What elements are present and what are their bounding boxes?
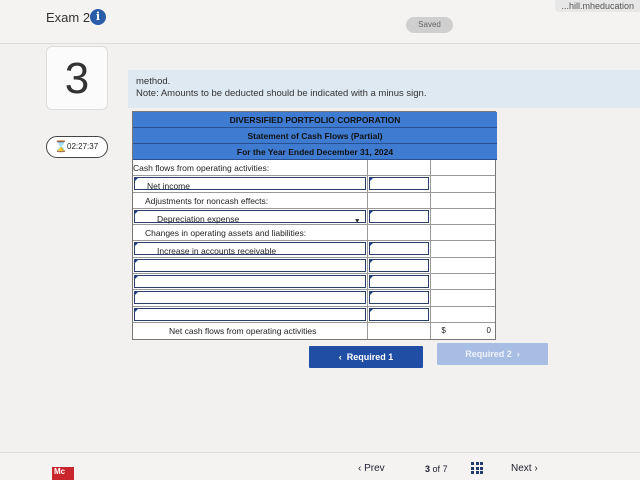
blank-amount-input[interactable] — [368, 291, 430, 305]
exam-title: Exam 2 — [46, 10, 91, 25]
next-label: Next — [511, 463, 532, 474]
question-number: 3 — [46, 46, 108, 110]
next-button[interactable]: Next › — [511, 463, 538, 474]
chevron-left-icon: ‹ — [338, 352, 342, 362]
bottom-bar: Mc ‹ Prev 3 of 7 Next › — [0, 452, 640, 480]
receivable-amount-input[interactable] — [368, 242, 430, 256]
depreciation-label: Depreciation expense — [157, 213, 240, 224]
statement-period: For the Year Ended December 31, 2024 — [133, 144, 497, 160]
net-income-label[interactable]: Net income — [134, 177, 366, 191]
required-2-button[interactable]: Required 2 › — [437, 343, 548, 365]
mcgraw-hill-logo: Mc — [52, 467, 74, 480]
table-row — [133, 274, 495, 291]
chevron-left-icon: ‹ — [358, 463, 362, 474]
required-1-button[interactable]: ‹ Required 1 — [309, 346, 423, 368]
instruction-note: Note: Amounts to be deducted should be i… — [136, 88, 427, 99]
blank-label-input[interactable] — [134, 275, 366, 289]
required-1-label: Required 1 — [346, 352, 394, 362]
table-row: Depreciation expense ▼ — [133, 208, 495, 226]
timer-value: 02:27:37 — [67, 142, 99, 151]
blank-label-input[interactable] — [134, 307, 366, 321]
grid-icon[interactable] — [471, 462, 485, 474]
chevron-right-icon: › — [516, 349, 520, 359]
instruction-box: method. Note: Amounts to be deducted sho… — [128, 70, 640, 108]
table-row: Adjustments for noncash effects: — [133, 192, 495, 209]
blank-label-input[interactable] — [134, 291, 366, 305]
required-2-label: Required 2 — [465, 349, 512, 359]
net-income-amount-input[interactable] — [368, 177, 430, 191]
currency-symbol: $ — [441, 325, 446, 335]
row-label: Adjustments for noncash effects: — [133, 192, 368, 208]
total-label: Net cash flows from operating activities — [133, 322, 368, 340]
row-label: Changes in operating assets and liabilit… — [133, 225, 368, 241]
total-value: 0 — [486, 325, 491, 335]
statement-title: Statement of Cash Flows (Partial) — [133, 128, 497, 144]
page-current: 3 — [425, 464, 431, 474]
depreciation-select[interactable]: Depreciation expense ▼ — [134, 209, 366, 225]
blank-label-input[interactable] — [134, 258, 366, 272]
table-row: Net income — [133, 176, 495, 193]
browser-url: ...hill.mheducation — [555, 0, 640, 12]
depreciation-amount-input[interactable] — [368, 209, 430, 223]
table-row: Increase in accounts receivable — [133, 241, 495, 258]
top-bar: ...hill.mheducation Exam 2 i Saved — [0, 0, 640, 44]
cash-flow-statement: DIVERSIFIED PORTFOLIO CORPORATION Statem… — [132, 111, 497, 341]
hourglass-icon: ⌛ — [54, 141, 68, 153]
receivable-label[interactable]: Increase in accounts receivable — [134, 242, 366, 256]
blank-amount-input[interactable] — [368, 275, 430, 289]
page-of: of — [432, 464, 441, 474]
blank-amount-input[interactable] — [368, 307, 430, 321]
timer[interactable]: ⌛ 02:27:37 — [46, 136, 108, 158]
table-row: Changes in operating assets and liabilit… — [133, 225, 495, 242]
table-row — [133, 257, 495, 275]
chevron-right-icon: › — [534, 463, 538, 474]
table-row — [133, 306, 495, 323]
instruction-line-1: method. — [136, 76, 171, 87]
prev-label: Prev — [364, 463, 385, 474]
prev-button[interactable]: ‹ Prev — [358, 463, 385, 474]
saved-badge: Saved — [406, 17, 453, 33]
table-row — [133, 290, 495, 307]
info-icon[interactable]: i — [90, 9, 106, 25]
row-label: Cash flows from operating activities: — [133, 160, 368, 176]
blank-amount-input[interactable] — [368, 258, 430, 272]
total-row: Net cash flows from operating activities… — [133, 322, 495, 340]
page-indicator: 3 of 7 — [425, 464, 448, 474]
page-total: 7 — [442, 464, 448, 474]
company-name: DIVERSIFIED PORTFOLIO CORPORATION — [133, 112, 497, 128]
table-row: Cash flows from operating activities: — [133, 160, 495, 177]
